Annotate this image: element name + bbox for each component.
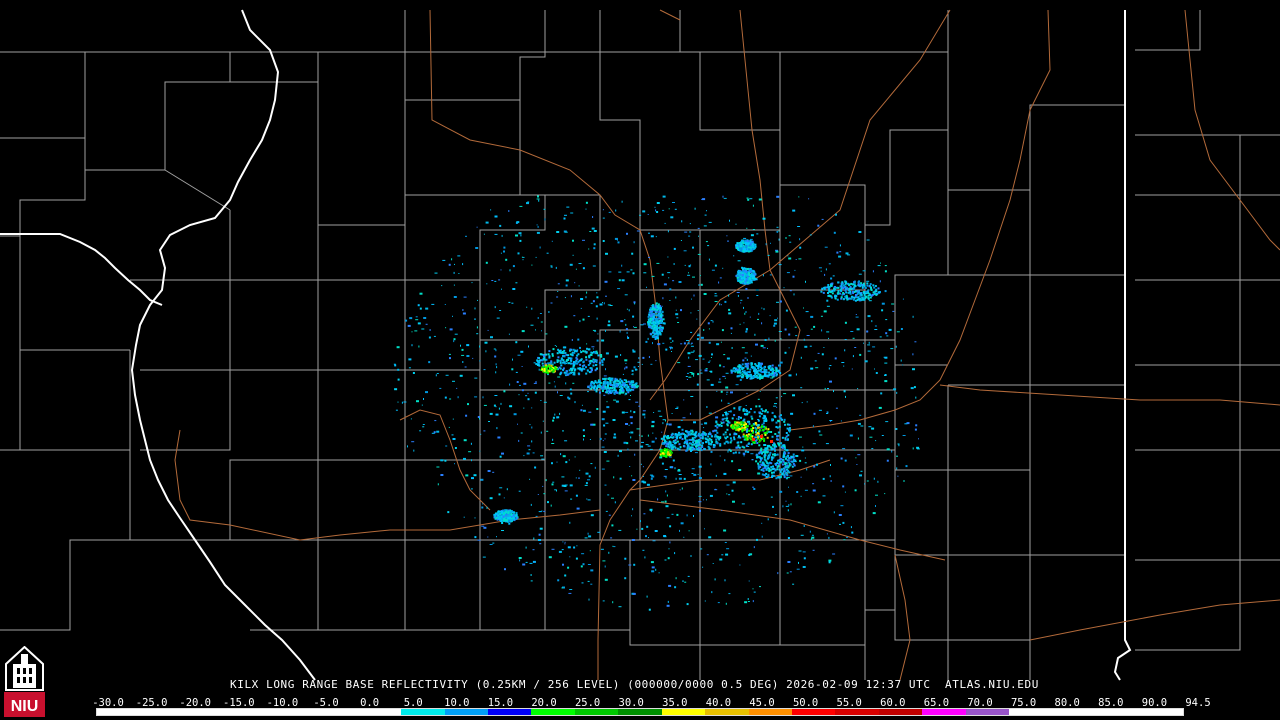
colorbar-segment [357, 709, 402, 715]
colorbar-segment [1139, 709, 1183, 715]
colorbar-segment [748, 709, 792, 715]
colorbar-segment [922, 709, 966, 715]
colorbar-segment [835, 709, 879, 715]
colorbar-segment [97, 709, 141, 715]
colorbar-segment [401, 709, 445, 715]
colorbar-segment [965, 709, 1010, 715]
dbz-colorbar [96, 708, 1184, 716]
dbz-scale-labels: -30.0 -25.0 -20.0 -15.0 -10.0 -5.0 0.0 5.0 10.0 1… [92, 697, 1210, 709]
colorbar-segment [487, 709, 532, 715]
colorbar-segment [1009, 709, 1053, 715]
colorbar-segment [314, 709, 358, 715]
colorbar-segment [1052, 709, 1097, 715]
niu-logo-text: NIU [11, 698, 39, 715]
colorbar-segment [878, 709, 923, 715]
colorbar-segment [618, 709, 662, 715]
colorbar-segment [227, 709, 271, 715]
niu-logo-icon: NIU [4, 646, 45, 717]
colorbar-segment [444, 709, 488, 715]
product-caption: KILX LONG RANGE BASE REFLECTIVITY (0.25K… [230, 678, 1039, 691]
colorbar-segment [574, 709, 619, 715]
colorbar-segment [140, 709, 184, 715]
radar-map [0, 9, 1280, 681]
colorbar-segment [792, 709, 836, 715]
colorbar-segment [183, 709, 228, 715]
interstate-highways [174, 9, 1280, 681]
colorbar-segment [705, 709, 749, 715]
colorbar-segment [531, 709, 575, 715]
scale-label: 94.5 [1185, 697, 1211, 709]
radar-echoes [393, 195, 920, 611]
colorbar-segment [1096, 709, 1140, 715]
colorbar-segment [270, 709, 315, 715]
colorbar-segment [661, 709, 706, 715]
county-boundaries [0, 10, 1280, 680]
state-boundaries [0, 9, 1132, 681]
